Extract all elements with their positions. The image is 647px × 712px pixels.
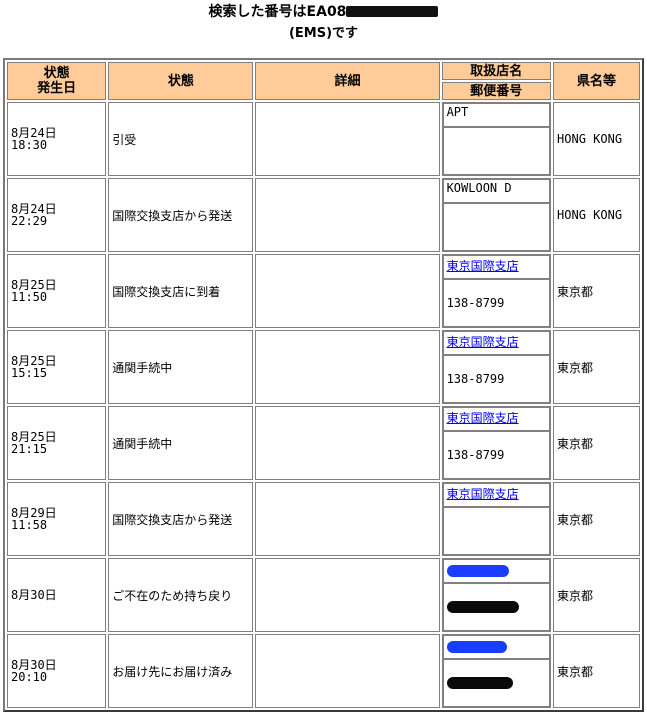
office-link[interactable]: 東京国際支店: [447, 487, 519, 501]
date-cell: 8月24日 22:29: [7, 178, 107, 252]
prefecture-cell: 東京都: [553, 558, 640, 632]
detail-cell: [255, 482, 440, 556]
prefecture-cell: HONG KONG: [553, 102, 640, 176]
status-cell: 通関手続中: [108, 330, 254, 404]
col-header-date: 状態 発生日: [7, 62, 107, 100]
office-cell: [441, 558, 552, 632]
office-cell: 東京国際支店: [441, 482, 552, 556]
date-cell: 8月25日 11:50: [7, 254, 107, 328]
table-row: 8月25日 21:15 通関手続中 東京国際支店 138-8799 東京都: [7, 406, 640, 480]
status-cell: 国際交換支店から発送: [108, 178, 254, 252]
prefecture-cell: 東京都: [553, 406, 640, 480]
office-cell: KOWLOON D: [441, 178, 552, 252]
date-cell: 8月30日: [7, 558, 107, 632]
detail-cell: [255, 634, 440, 708]
prefecture-cell: 東京都: [553, 634, 640, 708]
redaction-mark: [346, 6, 439, 17]
status-cell: 通関手続中: [108, 406, 254, 480]
prefecture-cell: 東京都: [553, 482, 640, 556]
office-cell: [441, 634, 552, 708]
date-cell: 8月25日 21:15: [7, 406, 107, 480]
col-header-detail: 詳細: [255, 62, 440, 100]
redaction-mark: [446, 565, 509, 577]
redaction-mark: [446, 677, 513, 689]
office-link[interactable]: 東京国際支店: [447, 335, 519, 349]
office-cell: 東京国際支店 138-8799: [441, 406, 552, 480]
status-cell: 国際交換支店から発送: [108, 482, 254, 556]
office-name: KOWLOON D: [442, 179, 551, 203]
office-name: APT: [442, 103, 551, 127]
status-cell: 国際交換支店に到着: [108, 254, 254, 328]
table-row: 8月24日 18:30 引受 APT HONG KONG: [7, 102, 640, 176]
prefecture-cell: 東京都: [553, 254, 640, 328]
postcode: [442, 127, 551, 175]
postcode: 138-8799: [442, 355, 551, 403]
col-header-office: 取扱店名: [441, 62, 552, 80]
page-title: 検索した番号はEA08: [0, 4, 647, 20]
col-header-postcode: 郵便番号: [441, 82, 552, 100]
status-cell: 引受: [108, 102, 254, 176]
postcode: 138-8799: [442, 431, 551, 479]
office-link[interactable]: 東京国際支店: [447, 259, 519, 273]
table-row: 8月29日 11:58 国際交換支店から発送 東京国際支店 東京都: [7, 482, 640, 556]
detail-cell: [255, 254, 440, 328]
date-cell: 8月29日 11:58: [7, 482, 107, 556]
postcode: 138-8799: [442, 279, 551, 327]
table-row: 8月25日 11:50 国際交換支店に到着 東京国際支店 138-8799 東京都: [7, 254, 640, 328]
date-cell: 8月30日 20:10: [7, 634, 107, 708]
table-row: 8月30日 20:10 お届け先にお届け済み 東京都: [7, 634, 640, 708]
office-cell: 東京国際支店 138-8799: [441, 254, 552, 328]
office-link[interactable]: 東京国際支店: [447, 411, 519, 425]
redaction-mark: [446, 601, 519, 613]
col-header-status: 状態: [108, 62, 254, 100]
office-cell: APT: [441, 102, 552, 176]
redaction-mark: [446, 641, 507, 653]
date-cell: 8月24日 18:30: [7, 102, 107, 176]
title-text: 検索した番号はEA08: [208, 4, 347, 20]
detail-cell: [255, 330, 440, 404]
col-header-prefecture: 県名等: [553, 62, 640, 100]
tracking-table: 状態 発生日 状態 詳細 取扱店名 県名等 郵便番号 8月24日 18:30 引受 …: [3, 58, 644, 712]
status-cell: ご不在のため持ち戻り: [108, 558, 254, 632]
table-row: 8月30日 ご不在のため持ち戻り 東京都: [7, 558, 640, 632]
detail-cell: [255, 178, 440, 252]
date-cell: 8月25日 15:15: [7, 330, 107, 404]
detail-cell: [255, 102, 440, 176]
table-row: 8月25日 15:15 通関手続中 東京国際支店 138-8799 東京都: [7, 330, 640, 404]
table-row: 8月24日 22:29 国際交換支店から発送 KOWLOON D HONG KON…: [7, 178, 640, 252]
postcode: [442, 203, 551, 251]
detail-cell: [255, 558, 440, 632]
status-cell: お届け先にお届け済み: [108, 634, 254, 708]
postcode: [442, 507, 551, 555]
prefecture-cell: 東京都: [553, 330, 640, 404]
page-subtitle: (EMS)です: [288, 26, 359, 41]
prefecture-cell: HONG KONG: [553, 178, 640, 252]
office-cell: 東京国際支店 138-8799: [441, 330, 552, 404]
detail-cell: [255, 406, 440, 480]
